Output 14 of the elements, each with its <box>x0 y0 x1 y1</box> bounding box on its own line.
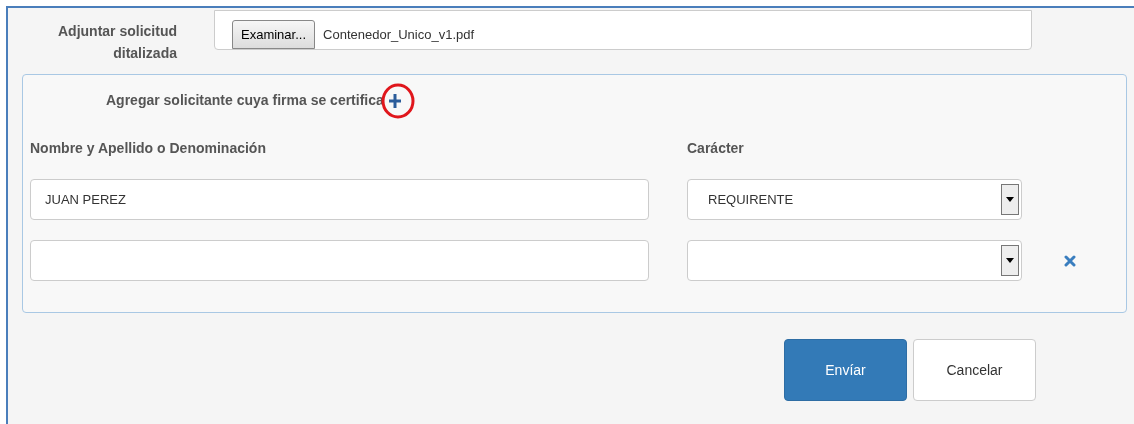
character-select[interactable]: REQUIRENTE <box>687 179 1022 220</box>
column-header: Nombre y Apellido o Denominación <box>30 139 267 158</box>
name-field[interactable]: JUAN PEREZ <box>30 179 649 220</box>
add-icon[interactable] <box>387 92 402 109</box>
cancel-button[interactable]: Cancelar <box>913 339 1036 401</box>
browse-button[interactable]: Examinar... <box>232 20 316 49</box>
file-input-field[interactable]: Examinar... Contenedor_Unico_v1.pdf <box>214 10 1032 50</box>
section-heading: Agregar solicitante cuya firma se certifica <box>106 91 384 110</box>
submit-button[interactable]: Envíar <box>784 339 907 401</box>
attachment-label: Adjuntar solicitud ditalizada <box>57 22 177 63</box>
name-field[interactable] <box>30 240 649 281</box>
column-header: Carácter <box>687 139 744 158</box>
remove-icon[interactable] <box>1064 254 1076 267</box>
file-name: Contenedor_Unico_v1.pdf <box>323 25 475 44</box>
